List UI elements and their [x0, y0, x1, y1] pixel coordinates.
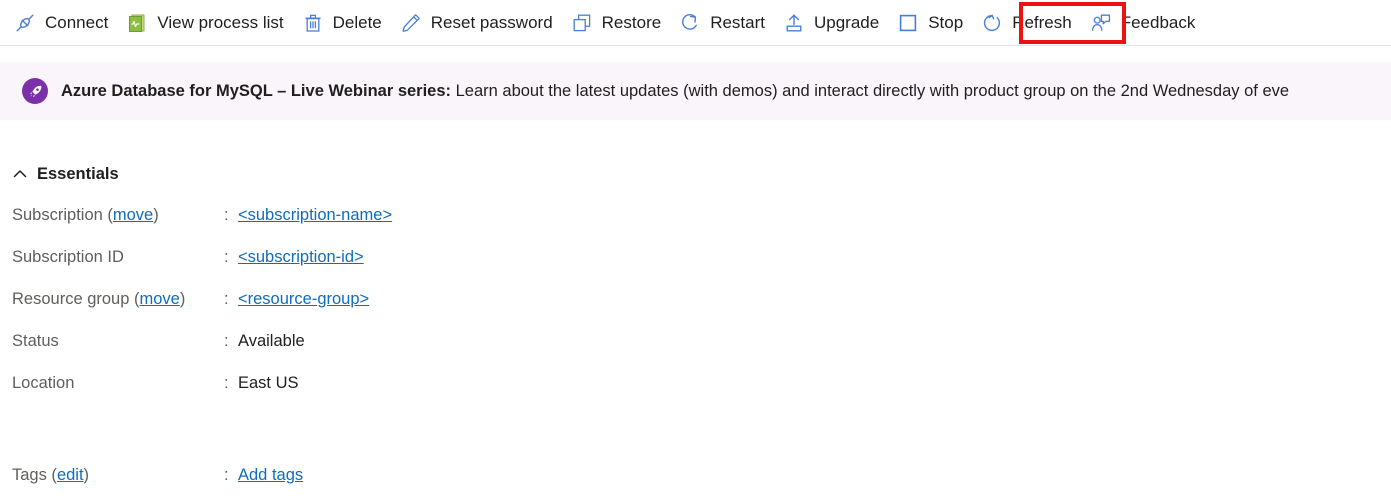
refresh-button[interactable]: Refresh — [973, 5, 1082, 41]
detail-colon-subscription: : — [224, 206, 229, 224]
detail-label-resource-group-suffix: ) — [179, 290, 186, 308]
essentials-detail-rows: Subscription (move) : <subscription-name… — [0, 206, 1391, 416]
detail-label-subscription: Subscription (move) — [12, 206, 224, 225]
pencil-icon — [400, 12, 422, 34]
restore-icon — [571, 12, 593, 34]
detail-colon-status: : — [224, 332, 229, 350]
detail-label-resource-group-prefix: Resource group ( — [12, 290, 140, 308]
add-tags-link[interactable]: Add tags — [238, 466, 303, 484]
refresh-label: Refresh — [1012, 13, 1072, 32]
detail-row-location: Location : East US — [12, 374, 1391, 416]
detail-label-status: Status — [12, 332, 59, 350]
restore-button[interactable]: Restore — [563, 5, 672, 41]
detail-colon-tags: : — [224, 466, 229, 484]
essentials-title: Essentials — [37, 164, 119, 183]
chevron-up-icon — [12, 166, 28, 182]
restart-icon — [679, 12, 701, 34]
resource-group-move-link[interactable]: move — [139, 290, 179, 308]
resource-group-link[interactable]: <resource-group> — [238, 290, 369, 308]
detail-value-subscription-id: <subscription-id> — [238, 248, 364, 267]
feedback-person-icon — [1090, 12, 1112, 34]
detail-value-status: Available — [238, 332, 305, 350]
plug-icon — [14, 12, 36, 34]
detail-label-tags-prefix: Tags ( — [12, 466, 57, 484]
delete-button[interactable]: Delete — [294, 5, 392, 41]
banner-body: Learn about the latest updates (with dem… — [451, 82, 1290, 100]
restart-button[interactable]: Restart — [671, 5, 775, 41]
subscription-id-link[interactable]: <subscription-id> — [238, 248, 364, 266]
banner-text: Azure Database for MySQL – Live Webinar … — [61, 80, 1289, 102]
stop-square-icon — [897, 12, 919, 34]
detail-value-location: East US — [238, 374, 299, 392]
rocket-icon — [22, 78, 48, 104]
detail-colon-resource-group: : — [224, 290, 229, 308]
feedback-label: Feedback — [1120, 13, 1196, 32]
detail-label-subscription-suffix: ) — [153, 206, 159, 224]
webinar-banner[interactable]: Azure Database for MySQL – Live Webinar … — [0, 62, 1391, 120]
banner-title: Azure Database for MySQL – Live Webinar … — [61, 82, 452, 100]
feedback-button[interactable]: Feedback — [1082, 5, 1206, 41]
view-process-list-button[interactable]: View process list — [118, 5, 293, 41]
detail-label-tags-suffix: ) — [83, 466, 90, 484]
detail-label-subscription-prefix: Subscription ( — [12, 206, 113, 224]
stop-button[interactable]: Stop — [889, 5, 973, 41]
stop-label: Stop — [928, 13, 964, 32]
detail-value-subscription: <subscription-name> — [238, 206, 392, 225]
upgrade-icon — [783, 12, 805, 34]
detail-row-tags: Tags (edit) : Add tags — [12, 466, 303, 500]
process-list-icon — [126, 12, 148, 34]
detail-colon-location: : — [224, 374, 229, 392]
view-process-list-label: View process list — [157, 13, 284, 32]
toolbar-divider — [0, 45, 1391, 46]
detail-value-tags: Add tags — [238, 466, 303, 485]
detail-row-subscription: Subscription (move) : <subscription-name… — [12, 206, 1391, 248]
connect-label: Connect — [45, 13, 109, 32]
refresh-icon — [981, 12, 1003, 34]
detail-label-subscription-id: Subscription ID — [12, 248, 124, 266]
detail-value-resource-group: <resource-group> — [238, 290, 369, 309]
essentials-section: Essentials Subscription (move) : <subscr… — [0, 160, 1391, 416]
connect-button[interactable]: Connect — [6, 5, 118, 41]
detail-colon-subscription-id: : — [224, 248, 229, 266]
restore-label: Restore — [601, 13, 662, 32]
subscription-move-link[interactable]: move — [113, 206, 153, 224]
essentials-collapse-toggle[interactable]: Essentials — [0, 160, 162, 188]
restart-label: Restart — [710, 13, 765, 32]
delete-label: Delete — [332, 13, 382, 32]
reset-password-label: Reset password — [430, 13, 553, 32]
detail-label-location: Location — [12, 374, 75, 392]
trash-icon — [302, 12, 324, 34]
tags-edit-link[interactable]: edit — [57, 466, 84, 484]
subscription-name-link[interactable]: <subscription-name> — [238, 206, 392, 224]
detail-row-status: Status : Available — [12, 332, 1391, 374]
command-bar: Connect View process list Delete Reset p… — [0, 0, 1391, 46]
upgrade-label: Upgrade — [813, 13, 880, 32]
upgrade-button[interactable]: Upgrade — [775, 5, 889, 41]
detail-row-resource-group: Resource group (move) : <resource-group> — [12, 290, 1391, 332]
detail-label-resource-group: Resource group (move) — [12, 290, 224, 309]
detail-label-tags: Tags (edit) — [12, 466, 224, 485]
detail-row-subscription-id: Subscription ID : <subscription-id> — [12, 248, 1391, 290]
reset-password-button[interactable]: Reset password — [392, 5, 563, 41]
tags-section: Tags (edit) : Add tags — [12, 466, 303, 500]
